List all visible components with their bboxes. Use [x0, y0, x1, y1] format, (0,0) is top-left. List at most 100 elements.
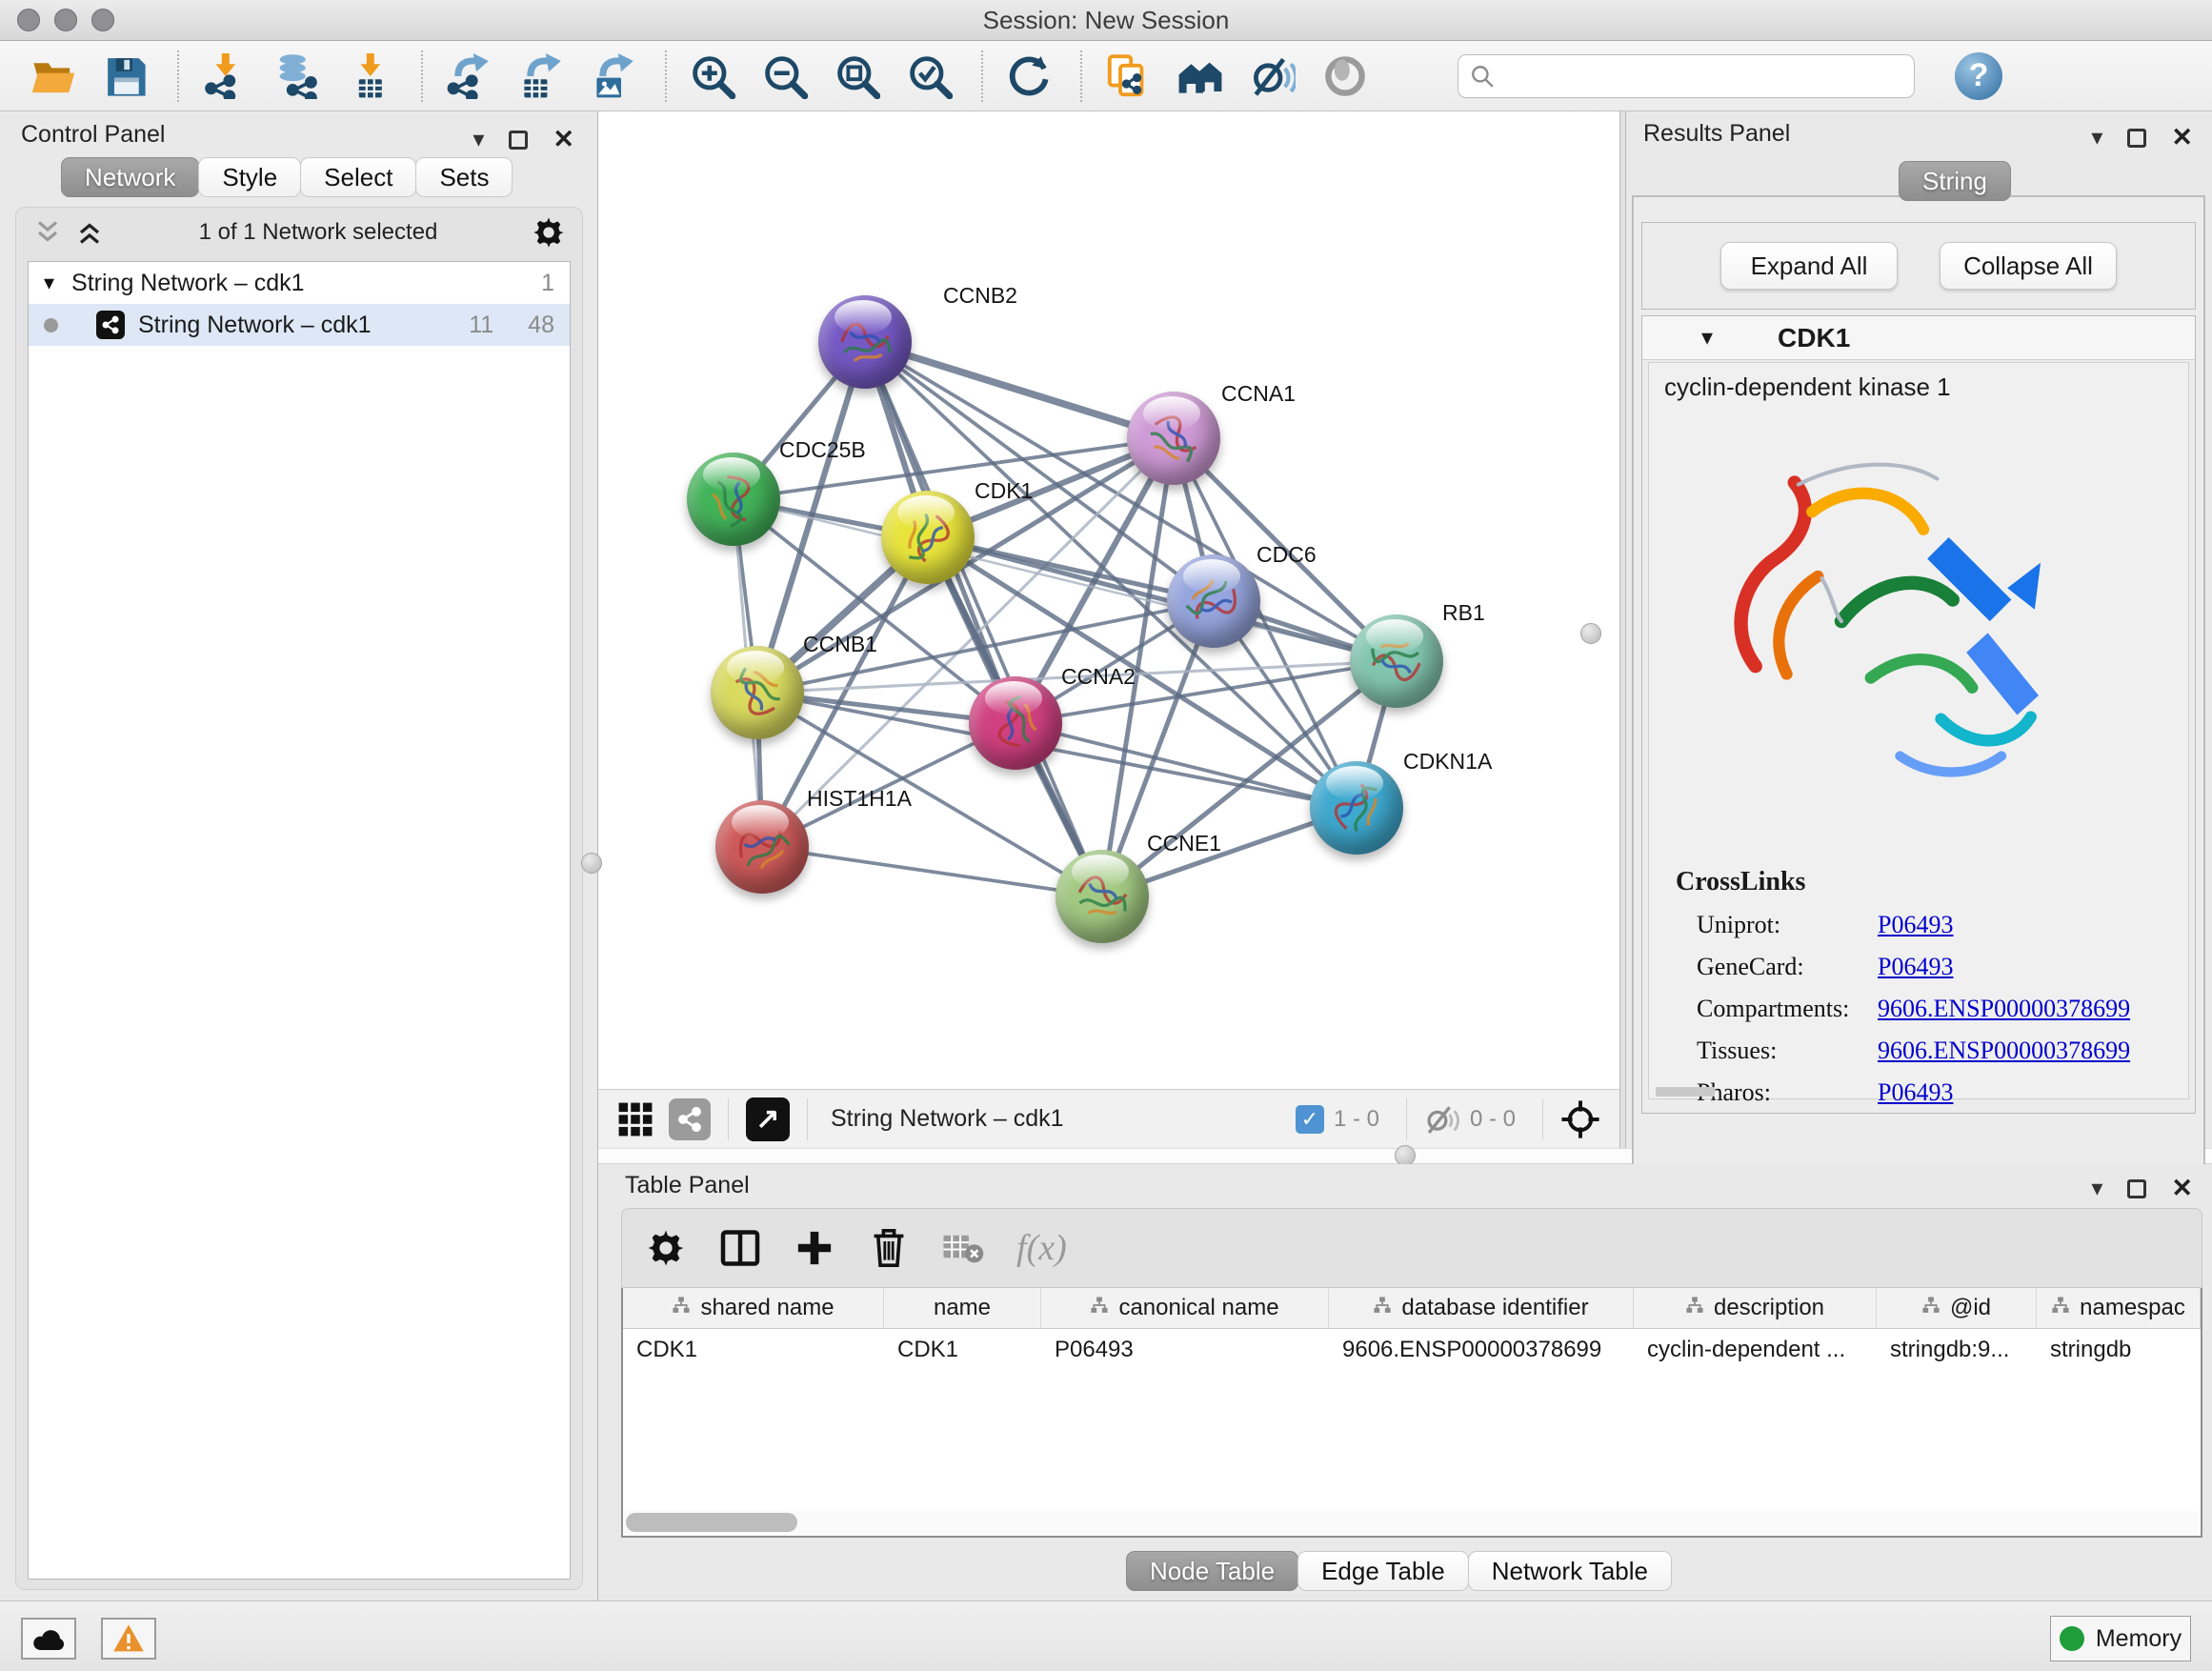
- crosslink-link[interactable]: 9606.ENSP00000378699: [1878, 1037, 2130, 1065]
- save-session-icon[interactable]: [99, 50, 152, 103]
- panel-menu-icon[interactable]: ▾: [473, 126, 484, 153]
- network-node-ccne1[interactable]: [1056, 850, 1149, 943]
- birds-eye-view-icon[interactable]: ↗: [746, 1097, 790, 1141]
- inactive-sphere-icon[interactable]: [1318, 50, 1372, 103]
- float-panel-icon[interactable]: [2127, 1179, 2146, 1198]
- panel-menu-icon[interactable]: ▾: [2091, 124, 2102, 151]
- import-table-icon[interactable]: [343, 50, 396, 103]
- collapse-all-tree-icon[interactable]: [75, 218, 104, 247]
- zoom-in-icon[interactable]: [686, 50, 739, 103]
- column-header-namespac[interactable]: namespac: [2037, 1288, 2201, 1328]
- crosslink-link[interactable]: P06493: [1878, 1078, 1953, 1107]
- left-splitter-handle[interactable]: [581, 853, 602, 874]
- export-network-icon[interactable]: [442, 50, 495, 103]
- expand-all-button[interactable]: Expand All: [1720, 242, 1898, 290]
- network-node-ccna1[interactable]: [1127, 392, 1220, 485]
- tab-select[interactable]: Select: [300, 157, 416, 197]
- network-edge[interactable]: [865, 342, 1102, 896]
- delete-column-icon[interactable]: [868, 1227, 910, 1269]
- tab-network[interactable]: Network: [61, 157, 199, 197]
- cloud-status-button[interactable]: [21, 1618, 76, 1660]
- float-panel-icon[interactable]: [2127, 129, 2146, 148]
- entry-scrollbar-thumb[interactable]: [1656, 1087, 1715, 1097]
- network-node-cdkn1a[interactable]: [1310, 761, 1403, 855]
- selected-checkbox-icon[interactable]: ✓: [1296, 1105, 1324, 1134]
- tab-sets[interactable]: Sets: [415, 157, 513, 197]
- add-column-icon[interactable]: [794, 1227, 835, 1269]
- export-table-icon[interactable]: [514, 50, 568, 103]
- zoom-fit-icon[interactable]: [831, 50, 884, 103]
- entry-collapse-caret-icon[interactable]: ▾: [1701, 324, 1713, 352]
- table-cell[interactable]: CDK1: [623, 1329, 884, 1371]
- column-header-shared-name[interactable]: shared name: [623, 1288, 884, 1328]
- network-node-rb1[interactable]: [1350, 614, 1443, 708]
- export-image-icon[interactable]: [587, 50, 640, 103]
- network-canvas[interactable]: CCNB2CCNA1CDC25BCDK1CDC6RB1CCNB1CCNA2CDK…: [598, 111, 1619, 1089]
- clone-network-icon[interactable]: [1101, 50, 1155, 103]
- network-node-ccnb2[interactable]: [818, 295, 912, 389]
- zoom-selected-icon[interactable]: [903, 50, 956, 103]
- table-hscrollbar[interactable]: [624, 1511, 2198, 1534]
- network-edge[interactable]: [865, 342, 1174, 438]
- expand-all-tree-icon[interactable]: [33, 218, 62, 247]
- float-panel-icon[interactable]: [509, 131, 528, 150]
- crosslink-link[interactable]: 9606.ENSP00000378699: [1878, 995, 2130, 1023]
- table-cell[interactable]: P06493: [1041, 1329, 1329, 1371]
- right-splitter-handle[interactable]: [1580, 623, 1601, 644]
- tab-style[interactable]: Style: [198, 157, 301, 197]
- show-columns-icon[interactable]: [719, 1227, 761, 1269]
- hidden-elements-icon[interactable]: [1424, 1101, 1460, 1137]
- refresh-view-icon[interactable]: [1002, 50, 1056, 103]
- crosslink-link[interactable]: P06493: [1878, 911, 1953, 939]
- import-network-database-icon[interactable]: [271, 50, 324, 103]
- network-node-hist1h1a[interactable]: [715, 800, 809, 894]
- collapse-all-button[interactable]: Collapse All: [1940, 242, 2117, 290]
- network-node-cdc25b[interactable]: [687, 453, 780, 546]
- open-session-icon[interactable]: [27, 50, 80, 103]
- zoom-out-icon[interactable]: [758, 50, 812, 103]
- warning-status-button[interactable]: [101, 1618, 156, 1660]
- hide-graphics-details-icon[interactable]: [1246, 50, 1299, 103]
- minimize-window-button[interactable]: [54, 9, 77, 31]
- close-panel-icon[interactable]: ✕: [2171, 123, 2193, 152]
- table-hscrollbar-thumb[interactable]: [626, 1513, 797, 1532]
- gear-icon[interactable]: [533, 216, 565, 249]
- column-header-name[interactable]: name: [884, 1288, 1041, 1328]
- memory-button[interactable]: Memory: [2050, 1616, 2191, 1661]
- delete-table-icon[interactable]: [942, 1227, 984, 1269]
- bottom-splitter-handle[interactable]: [1395, 1145, 1416, 1166]
- vertical-splitter[interactable]: [1619, 111, 1626, 1148]
- zoom-window-button[interactable]: [91, 9, 114, 31]
- tab-node-table[interactable]: Node Table: [1126, 1551, 1298, 1591]
- table-cell[interactable]: cyclin-dependent ...: [1634, 1329, 1877, 1371]
- grid-view-icon[interactable]: [617, 1101, 654, 1137]
- close-window-button[interactable]: [17, 9, 40, 31]
- table-settings-gear-icon[interactable]: [645, 1227, 687, 1269]
- network-edge[interactable]: [762, 847, 1102, 896]
- fit-content-crosshair-icon[interactable]: [1560, 1099, 1600, 1139]
- close-panel-icon[interactable]: ✕: [553, 125, 574, 154]
- tree-expand-caret-icon[interactable]: ▾: [44, 271, 54, 295]
- table-cell[interactable]: stringdb:9...: [1877, 1329, 2037, 1371]
- network-node-ccna2[interactable]: [969, 676, 1062, 770]
- network-collection-row[interactable]: ▾ String Network – cdk1 1: [29, 262, 570, 304]
- help-icon[interactable]: ?: [1955, 52, 2002, 100]
- table-cell[interactable]: CDK1: [884, 1329, 1041, 1371]
- crosslink-link[interactable]: P06493: [1878, 953, 1953, 981]
- search-box[interactable]: [1458, 54, 1915, 98]
- network-node-cdk1[interactable]: [881, 491, 975, 584]
- network-node-cdc6[interactable]: [1167, 554, 1260, 648]
- close-panel-icon[interactable]: ✕: [2171, 1174, 2193, 1203]
- panel-menu-icon[interactable]: ▾: [2091, 1175, 2102, 1202]
- function-builder-icon[interactable]: f(x): [1016, 1227, 1067, 1269]
- table-cell[interactable]: 9606.ENSP00000378699: [1329, 1329, 1634, 1371]
- table-row[interactable]: CDK1CDK1P064939606.ENSP00000378699cyclin…: [623, 1329, 2201, 1371]
- column-header-description[interactable]: description: [1634, 1288, 1877, 1328]
- table-cell[interactable]: stringdb: [2037, 1329, 2201, 1371]
- tab-edge-table[interactable]: Edge Table: [1297, 1551, 1469, 1591]
- tab-network-table[interactable]: Network Table: [1468, 1551, 1672, 1591]
- network-view-toggle-icon[interactable]: [669, 1098, 711, 1140]
- column-header-canonical-name[interactable]: canonical name: [1041, 1288, 1329, 1328]
- tab-string[interactable]: String: [1899, 161, 2011, 201]
- network-row[interactable]: String Network – cdk1 11 48: [29, 304, 570, 346]
